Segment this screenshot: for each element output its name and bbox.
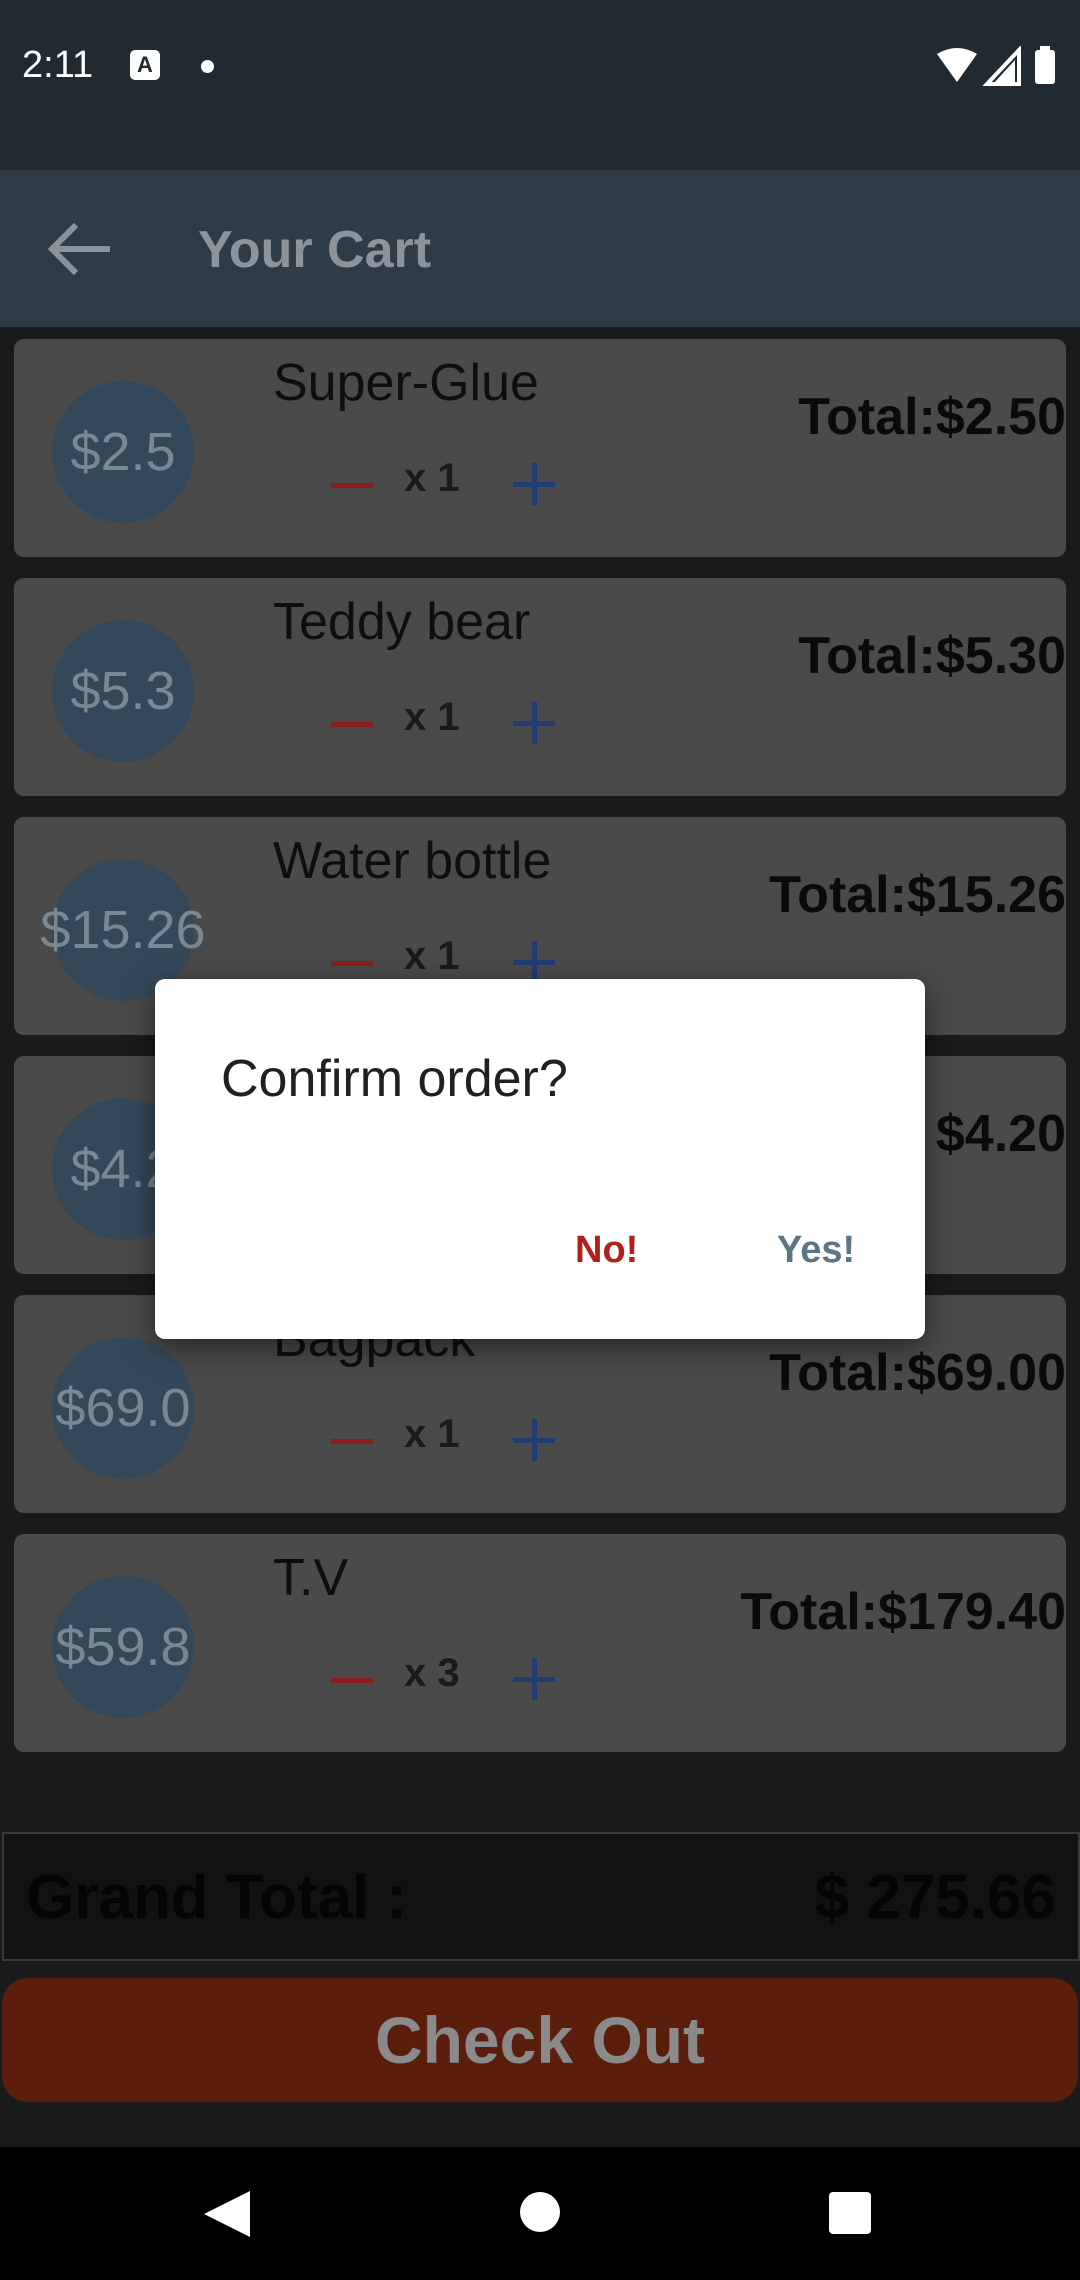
item-total: Total:$179.40 bbox=[740, 1583, 1066, 1641]
grand-total-bar: Grand Total : $ 275.66 bbox=[2, 1832, 1080, 1961]
item-total: Total:$2.50 bbox=[798, 388, 1066, 446]
item-total: Total:$69.00 bbox=[769, 1344, 1066, 1402]
a-icon: A bbox=[130, 50, 160, 80]
cart-item[interactable]: $5.3 Teddy bear x 1 Total:$5.30 bbox=[14, 578, 1066, 796]
cart-item[interactable]: $59.8 T.V x 3 Total:$179.40 bbox=[14, 1534, 1066, 1752]
grand-total-value: $ 275.66 bbox=[814, 1863, 1056, 1932]
item-quantity: x 1 bbox=[404, 456, 460, 500]
notification-dot-icon bbox=[201, 60, 214, 73]
yes-button[interactable]: Yes! bbox=[777, 1229, 855, 1272]
status-bar: 2:11 A bbox=[0, 0, 1080, 170]
item-quantity: x 1 bbox=[404, 1412, 460, 1456]
app-bar: Your Cart bbox=[0, 170, 1080, 327]
wifi-icon bbox=[937, 48, 977, 82]
item-quantity: x 1 bbox=[404, 934, 460, 978]
price-badge: $59.8 bbox=[52, 1576, 194, 1718]
item-quantity: x 3 bbox=[404, 1651, 460, 1695]
status-icons bbox=[937, 46, 1055, 86]
arrow-left-icon[interactable] bbox=[40, 215, 116, 283]
minus-icon[interactable] bbox=[319, 1658, 385, 1702]
item-total: $4.20 bbox=[935, 1105, 1066, 1163]
minus-icon[interactable] bbox=[319, 702, 385, 746]
navigation-bar bbox=[0, 2147, 1080, 2280]
nav-back-icon[interactable] bbox=[200, 2189, 252, 2239]
plus-icon[interactable] bbox=[499, 449, 569, 519]
minus-icon[interactable] bbox=[319, 1419, 385, 1463]
minus-icon[interactable] bbox=[319, 463, 385, 507]
item-quantity: x 1 bbox=[404, 695, 460, 739]
item-name: Super-Glue bbox=[273, 354, 539, 412]
item-name: Water bottle bbox=[273, 832, 552, 890]
price-badge: $5.3 bbox=[52, 620, 194, 762]
checkout-button[interactable]: Check Out bbox=[2, 1978, 1078, 2102]
confirm-dialog: Confirm order? No! Yes! bbox=[155, 979, 925, 1339]
plus-icon[interactable] bbox=[499, 688, 569, 758]
item-name: Teddy bear bbox=[273, 593, 531, 651]
battery-icon bbox=[1035, 50, 1055, 84]
price-badge: $69.0 bbox=[52, 1337, 194, 1479]
nav-recents-icon[interactable] bbox=[828, 2191, 872, 2235]
no-button[interactable]: No! bbox=[575, 1229, 638, 1272]
dialog-title: Confirm order? bbox=[221, 1050, 568, 1108]
plus-icon[interactable] bbox=[499, 1405, 569, 1475]
item-name: T.V bbox=[273, 1549, 349, 1607]
item-total: Total:$5.30 bbox=[798, 627, 1066, 685]
page-title: Your Cart bbox=[198, 221, 432, 279]
nav-home-icon[interactable] bbox=[519, 2191, 561, 2233]
plus-icon[interactable] bbox=[499, 1644, 569, 1714]
price-badge: $2.5 bbox=[52, 381, 194, 523]
item-total: Total:$15.26 bbox=[769, 866, 1066, 924]
grand-total-label: Grand Total : bbox=[26, 1863, 408, 1932]
cart-item[interactable]: $2.5 Super-Glue x 1 Total:$2.50 bbox=[14, 339, 1066, 557]
status-time: 2:11 bbox=[22, 44, 94, 86]
